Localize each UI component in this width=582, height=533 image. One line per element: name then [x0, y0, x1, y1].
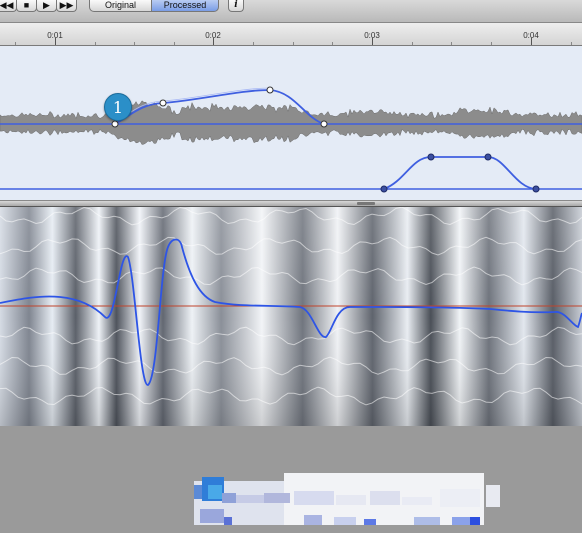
envelope-node[interactable] [111, 120, 119, 128]
envelope-node[interactable] [484, 153, 492, 161]
audio-waveform [0, 100, 582, 145]
fast-forward-button[interactable]: ▶▶ [56, 0, 77, 12]
envelope-node[interactable] [380, 185, 388, 193]
processed-button[interactable]: Processed [151, 0, 219, 12]
pixelated-overlay [194, 473, 500, 525]
time-label-3: 0:03 [364, 31, 380, 40]
original-button[interactable]: Original [89, 0, 152, 12]
envelope-node[interactable] [532, 185, 540, 193]
envelope-2-curve[interactable] [383, 156, 537, 190]
transport-toolbar: ◀◀ ■ ▶ ▶▶ Original Processed i [0, 0, 582, 23]
play-button[interactable]: ▶ [36, 0, 57, 12]
splitter-grip-icon [357, 202, 375, 205]
play-icon: ▶ [43, 0, 50, 10]
fast-forward-icon: ▶▶ [59, 0, 74, 10]
stop-button[interactable]: ■ [16, 0, 37, 12]
stop-icon: ■ [23, 0, 30, 10]
envelope-node[interactable] [266, 86, 274, 94]
rewind-button[interactable]: ◀◀ [0, 0, 17, 12]
pane-splitter[interactable] [0, 200, 582, 207]
envelope-node[interactable] [159, 99, 167, 107]
rewind-icon: ◀◀ [0, 0, 14, 10]
envelope-editor[interactable] [0, 46, 582, 200]
time-label-1: 0:01 [47, 31, 63, 40]
ruler-ticks [15, 38, 572, 45]
time-ruler[interactable]: 0:01 0:02 0:03 0:04 [0, 23, 582, 46]
time-label-2: 0:02 [205, 31, 221, 40]
info-icon: i [234, 0, 238, 10]
time-label-4: 0:04 [523, 31, 539, 40]
spectrogram-view[interactable] [0, 207, 582, 525]
callout-badge: 1 [104, 93, 132, 121]
envelope-node[interactable] [320, 120, 328, 128]
info-button[interactable]: i [228, 0, 244, 12]
envelope-node[interactable] [427, 153, 435, 161]
